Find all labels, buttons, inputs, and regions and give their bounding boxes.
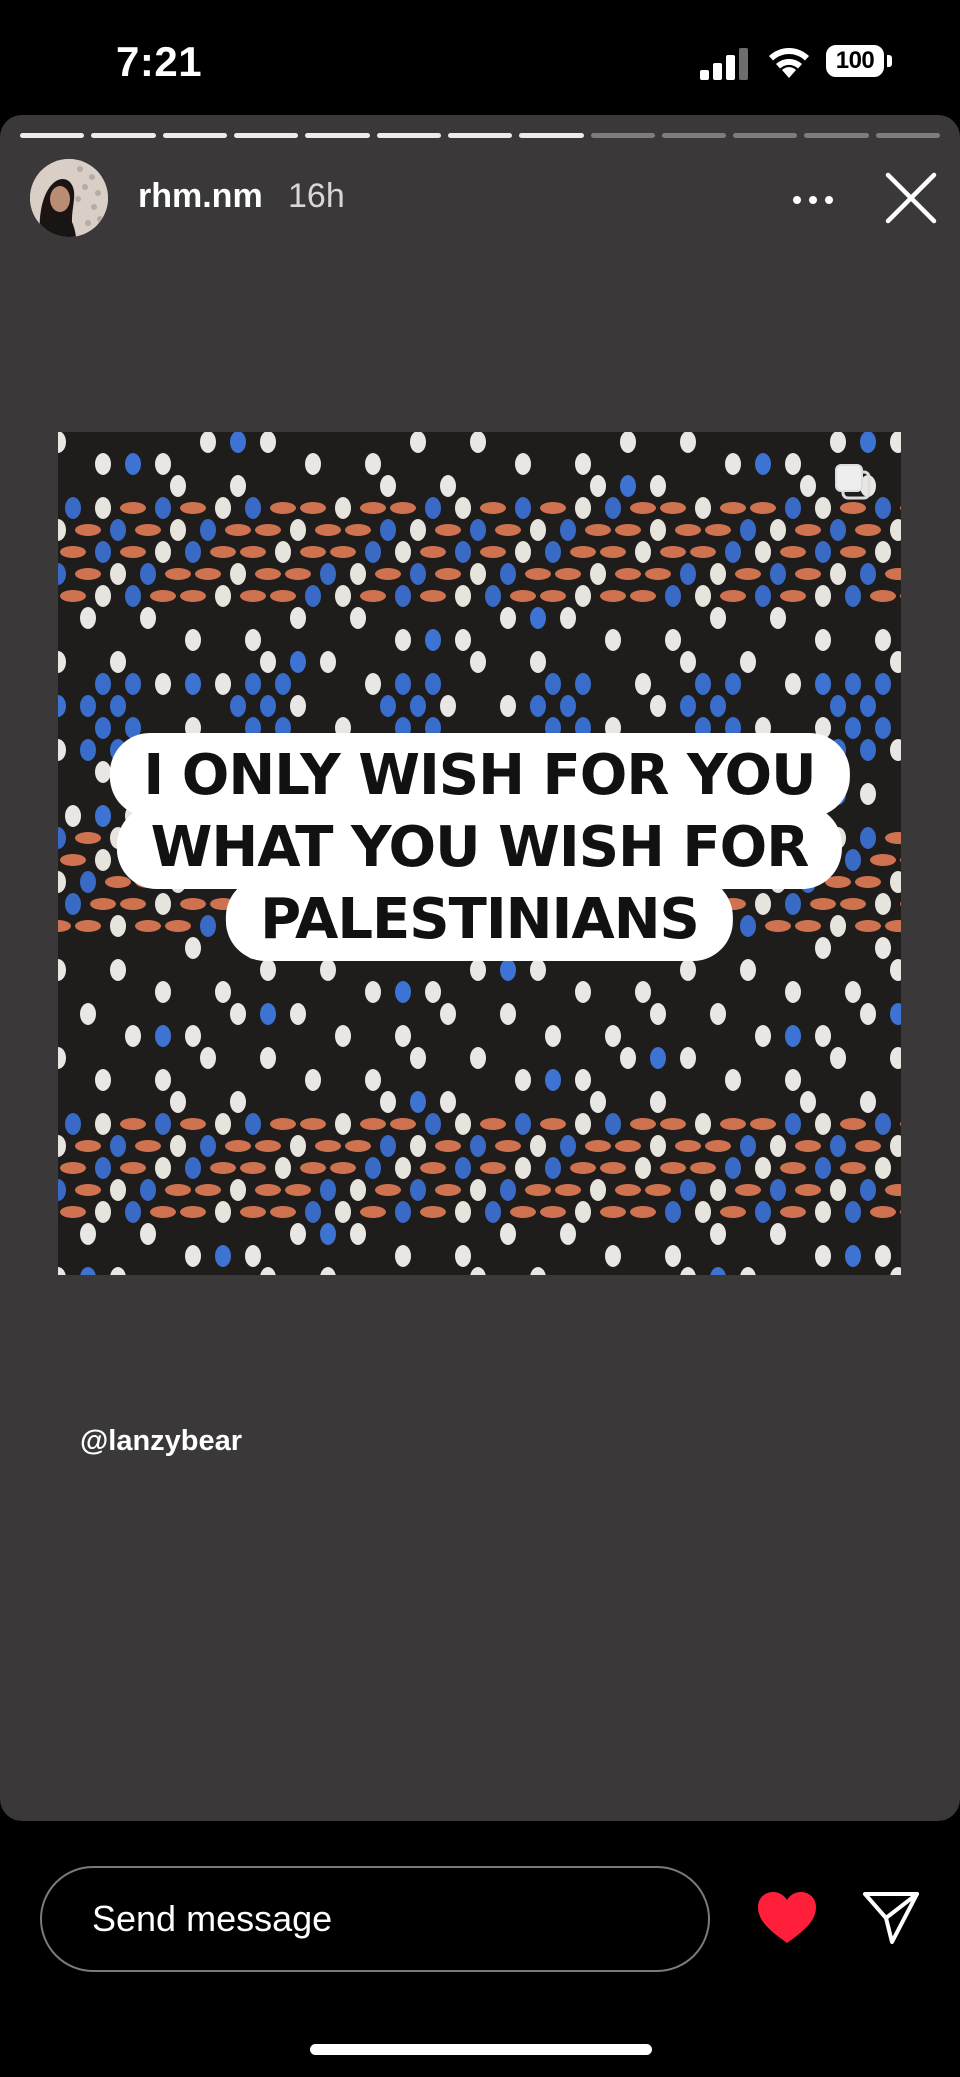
wifi-icon	[769, 48, 809, 78]
story-progress-segment	[875, 133, 941, 138]
story-progress-segment	[376, 133, 441, 138]
story-progress-segment	[733, 133, 798, 138]
story-age: 16h	[288, 177, 345, 215]
battery-percent: 100	[835, 47, 875, 74]
story-progress-segment	[590, 133, 655, 138]
send-message-input[interactable]: Send message	[40, 1866, 710, 1972]
signal-icon	[700, 48, 748, 80]
send-icon[interactable]	[862, 1890, 920, 1946]
story-username[interactable]: rhm.nm	[138, 177, 263, 216]
story-progress-segment	[804, 133, 869, 138]
story-progress-segment	[305, 133, 370, 138]
multiple-posts-icon	[835, 464, 871, 500]
shared-post-image[interactable]: I ONLY WISH FOR YOU WHAT YOU WISH FOR PA…	[58, 432, 901, 1275]
story-progress-segment	[233, 133, 299, 138]
status-bar: 7:21 100	[0, 0, 960, 118]
story-progress-segment	[661, 133, 727, 138]
close-icon[interactable]	[884, 171, 938, 225]
heart-icon[interactable]	[756, 1891, 818, 1945]
post-caption: I ONLY WISH FOR YOU WHAT YOU WISH FOR PA…	[109, 733, 850, 961]
story-progress-segment	[91, 133, 156, 138]
story-progress-bar	[20, 133, 941, 138]
story-progress-segment	[519, 133, 584, 138]
battery-icon: 100	[826, 45, 894, 81]
home-indicator	[310, 2044, 652, 2055]
caption-line: PALESTINIANS	[226, 877, 733, 961]
story-progress-segment	[162, 133, 227, 138]
story-progress-segment	[20, 133, 85, 138]
message-placeholder: Send message	[92, 1898, 333, 1939]
status-time: 7:21	[116, 38, 203, 85]
mention-sticker[interactable]: @lanzybear	[80, 1425, 242, 1458]
more-options-icon[interactable]	[788, 185, 838, 215]
story-progress-segment	[447, 133, 513, 138]
avatar[interactable]	[30, 159, 108, 237]
